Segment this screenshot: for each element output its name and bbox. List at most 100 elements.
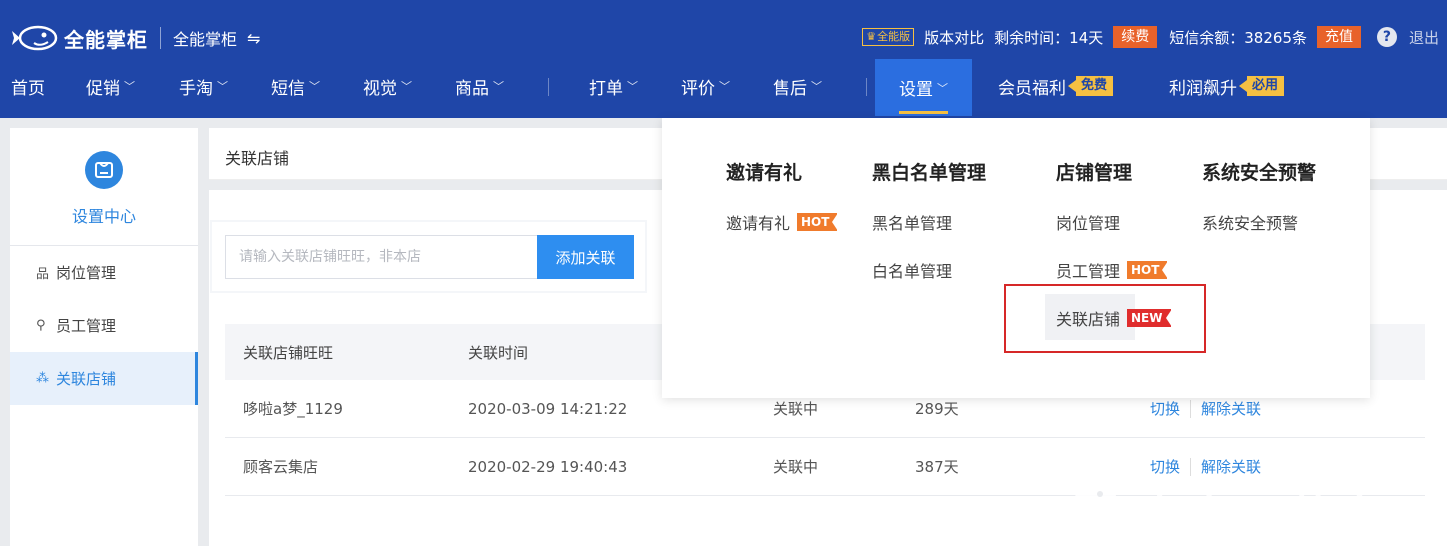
free-tag: 免费 <box>1067 76 1114 96</box>
menu-column-title: 黑白名单管理 <box>872 162 987 184</box>
menu-column-blackwhite: 黑白名单管理 黑名单管理 白名单管理 <box>872 158 986 307</box>
nav-goods-label: 商品 <box>455 78 489 99</box>
nav-promo-label: 促销 <box>86 78 120 99</box>
menu-item-positions[interactable]: 岗位管理 <box>1056 211 1171 233</box>
nav-print-label: 打单 <box>589 78 623 99</box>
nav-settings[interactable]: 设置 ﹀ <box>875 59 972 116</box>
sidebar-item-label: 员工管理 <box>56 317 117 335</box>
nav-print[interactable]: 打单 ﹀ <box>589 60 638 112</box>
nav-aftersale[interactable]: 售后 ﹀ <box>773 60 822 112</box>
nav-mobile[interactable]: 手淘 ﹀ <box>179 60 228 112</box>
logout-link[interactable]: 退出 <box>1409 27 1439 48</box>
top-header: 全能掌柜 全能掌柜 ⇋ ♛ 全能版 版本对比 剩余时间：14天 续费 短信余额：… <box>0 0 1447 118</box>
brand-name[interactable]: 全能掌柜 <box>64 24 148 53</box>
switch-store-icon[interactable]: ⇋ <box>247 29 260 48</box>
sidebar-item-linked-stores[interactable]: ⁂ 关联店铺 <box>10 352 198 405</box>
days-cell: 387天 <box>915 458 959 476</box>
chevron-down-icon: ﹀ <box>627 80 638 93</box>
nav-home[interactable]: 首页 <box>11 60 45 112</box>
nav-profit-label: 利润飙升 <box>1169 78 1237 99</box>
settings-center-icon <box>85 150 123 189</box>
recharge-button[interactable]: 充值 <box>1316 26 1361 48</box>
user-icon: ⚲ <box>36 318 46 333</box>
nav-goods[interactable]: 商品 ﹀ <box>455 60 504 112</box>
sidebar-title: 设置中心 <box>71 206 136 226</box>
chevron-down-icon: ﹀ <box>401 80 412 93</box>
nav-divider <box>548 78 549 96</box>
chevron-down-icon: ﹀ <box>124 80 135 93</box>
must-use-tag: 必用 <box>1238 76 1285 96</box>
org-chart-icon: 品 <box>36 267 50 282</box>
nav-promo[interactable]: 促销 ﹀ <box>86 60 135 112</box>
store-name-cell: 哆啦a梦_1129 <box>243 400 343 418</box>
actions-cell: 切换 解除关联 <box>1150 438 1261 495</box>
network-icon: ⁂ <box>36 371 49 386</box>
nav-sms-label: 短信 <box>271 78 305 99</box>
menu-item-security-alert[interactable]: 系统安全预警 <box>1202 211 1316 233</box>
menu-item-label: 邀请有礼 <box>726 214 791 233</box>
remove-link[interactable]: 解除关联 <box>1201 456 1261 477</box>
chevron-down-icon: ﹀ <box>937 81 948 95</box>
column-header: 关联店铺旺旺 <box>243 343 334 362</box>
menu-column-title: 系统安全预警 <box>1202 162 1317 184</box>
link-time-cell: 2020-03-09 14:21:22 <box>468 399 628 418</box>
version-compare-link[interactable]: 版本对比 <box>924 27 984 48</box>
status-cell: 关联中 <box>773 458 819 476</box>
menu-item-whitelist[interactable]: 白名单管理 <box>872 259 986 281</box>
chevron-down-icon: ﹀ <box>493 80 504 93</box>
sidebar-item-label: 关联店铺 <box>56 370 117 388</box>
sidebar-header: 设置中心 <box>10 128 198 246</box>
chevron-down-icon: ﹀ <box>811 80 822 93</box>
add-link-button[interactable]: 添加关联 <box>537 235 634 279</box>
hot-badge: HOT <box>797 213 839 231</box>
switch-link[interactable]: 切换 <box>1150 398 1180 419</box>
brand-divider <box>160 27 161 49</box>
brand-area: 全能掌柜 全能掌柜 ⇋ <box>10 20 260 56</box>
annotation-highlight-box <box>1004 284 1206 353</box>
hot-badge: HOT <box>1127 261 1169 279</box>
settings-sidebar: 设置中心 品 岗位管理 ⚲ 员工管理 ⁂ 关联店铺 <box>10 128 198 546</box>
table-row: 顾客云集店 2020-02-29 19:40:43 关联中 387天 切换 解除… <box>225 438 1425 496</box>
column-header: 关联时间 <box>468 343 529 362</box>
nav-sms[interactable]: 短信 ﹀ <box>271 60 320 112</box>
menu-column-title: 邀请有礼 <box>726 162 803 184</box>
store-name-cell: 顾客云集店 <box>243 458 319 476</box>
menu-item-staff[interactable]: 员工管理 HOT <box>1056 259 1171 281</box>
action-divider <box>1190 457 1192 476</box>
nav-visual[interactable]: 视觉 ﹀ <box>363 60 412 112</box>
help-icon[interactable]: ? <box>1376 27 1397 47</box>
menu-column-title: 店铺管理 <box>1056 162 1133 184</box>
nav-home-label: 首页 <box>11 78 45 99</box>
nav-profit[interactable]: 利润飙升 必用 <box>1169 60 1285 112</box>
mascot-logo-icon[interactable] <box>10 23 60 53</box>
switch-link[interactable]: 切换 <box>1150 456 1180 477</box>
nav-settings-label: 设置 <box>899 80 933 100</box>
sidebar-item-label: 岗位管理 <box>56 264 117 282</box>
crown-icon: ♛ <box>866 30 877 43</box>
account-info: ♛ 全能版 版本对比 剩余时间：14天 续费 短信余额：38265条 充值 ? … <box>862 22 1439 52</box>
menu-column-security: 系统安全预警 系统安全预警 <box>1202 158 1316 259</box>
sms-balance: 短信余额：38265条 <box>1169 28 1307 47</box>
remove-link[interactable]: 解除关联 <box>1201 398 1261 419</box>
menu-item-label: 员工管理 <box>1056 262 1121 281</box>
chevron-down-icon: ﹀ <box>309 80 320 93</box>
sidebar-item-staff[interactable]: ⚲ 员工管理 <box>10 299 198 352</box>
link-store-form: 请输入关联店铺旺旺，非本店 添加关联 <box>212 222 645 291</box>
chevron-down-icon: ﹀ <box>217 80 228 93</box>
nav-review[interactable]: 评价 ﹀ <box>681 60 730 112</box>
action-divider <box>1190 399 1192 418</box>
sidebar-item-positions[interactable]: 品 岗位管理 <box>10 246 198 299</box>
menu-item-invite[interactable]: 邀请有礼 HOT <box>726 211 839 233</box>
remaining-time: 剩余时间：14天 <box>994 28 1104 47</box>
nav-divider <box>866 78 867 96</box>
nav-visual-label: 视觉 <box>363 78 397 99</box>
store-wangwang-input[interactable]: 请输入关联店铺旺旺，非本店 <box>225 235 537 279</box>
renew-button[interactable]: 续费 <box>1113 26 1158 48</box>
menu-item-blacklist[interactable]: 黑名单管理 <box>872 211 986 233</box>
nav-mobile-label: 手淘 <box>179 78 213 99</box>
nav-member[interactable]: 会员福利 免费 <box>998 60 1114 112</box>
menu-column-invite: 邀请有礼 邀请有礼 HOT <box>726 158 839 259</box>
store-name: 全能掌柜 <box>173 30 238 49</box>
nav-member-label: 会员福利 <box>998 78 1066 99</box>
settings-dropdown-menu: 邀请有礼 邀请有礼 HOT 黑白名单管理 黑名单管理 白名单管理 店铺管理 岗位… <box>662 118 1370 398</box>
